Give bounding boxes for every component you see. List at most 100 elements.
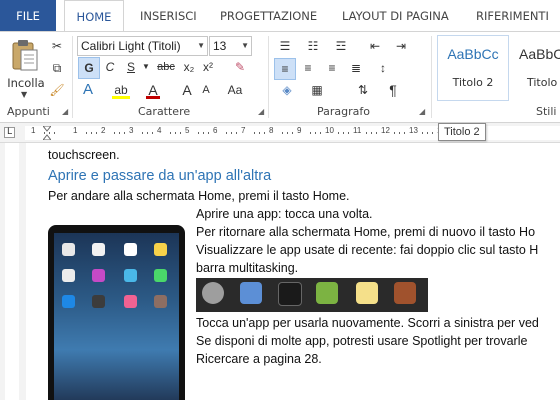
cut-icon[interactable]: ✂ (48, 36, 66, 56)
style-heading-2[interactable]: AaBbCc Titolo 2 (437, 35, 509, 101)
text-effects-button[interactable]: A (78, 80, 98, 100)
multitasking-bar-image[interactable] (196, 278, 428, 312)
ruler-tick (422, 132, 423, 134)
ruler-tick (320, 132, 321, 134)
ruler-tick (236, 132, 237, 134)
vertical-ruler[interactable] (5, 143, 19, 400)
bold-button[interactable]: G (78, 57, 100, 79)
numbering-icon[interactable]: ☷ (302, 36, 324, 56)
ruler-number: 4 (157, 126, 162, 135)
tab-file[interactable]: FILE (0, 0, 56, 31)
font-launcher-icon[interactable]: ◢ (258, 108, 266, 116)
style-name: Titolo 2 (452, 76, 494, 89)
doc-text-line[interactable]: Tocca un'app per usarla nuovamente. Scor… (196, 316, 539, 330)
ruler-tick (96, 132, 97, 134)
highlight-button[interactable]: ab (110, 80, 132, 100)
copy-icon[interactable]: ⧉ (48, 58, 66, 78)
ruler-tick (86, 132, 87, 134)
font-name-combo[interactable]: Calibri Light (Titoli) ▼ (77, 36, 208, 56)
increase-indent-icon[interactable]: ⇥ (390, 36, 412, 56)
ipad-screen (54, 233, 179, 400)
align-right-icon[interactable]: ≡ (322, 58, 342, 78)
multilevel-list-icon[interactable]: ☲ (330, 36, 352, 56)
doc-text-line[interactable]: Visualizzare le app usate di recente: fa… (196, 243, 538, 257)
app-icon (62, 269, 75, 282)
font-size-combo[interactable]: 13 ▼ (209, 36, 252, 56)
app-icon (92, 269, 105, 282)
tab-selector-icon[interactable]: L (4, 127, 15, 138)
paragraph-launcher-icon[interactable]: ◢ (419, 108, 427, 116)
align-center-icon[interactable]: ≡ (298, 58, 318, 78)
app-icon (154, 269, 167, 282)
ruler-tick (152, 132, 153, 134)
ruler-number: 13 (409, 126, 418, 135)
ruler-tick (366, 132, 367, 134)
group-divider (72, 36, 73, 118)
clipboard-launcher-icon[interactable]: ◢ (62, 108, 70, 116)
highlight-color-bar (112, 96, 130, 99)
tab-page-layout[interactable]: LAYOUT DI PAGINA (342, 0, 449, 31)
doc-text-line[interactable]: Per ritornare alla schermata Home, premi… (196, 225, 535, 239)
font-color-button[interactable]: A (143, 80, 163, 100)
tab-design[interactable]: PROGETTAZIONE (220, 0, 317, 31)
ruler-tick (44, 132, 45, 134)
doc-text-line[interactable]: Aprire una app: tocca una volta. (196, 207, 373, 221)
doc-text-line[interactable]: Ricercare a pagina 28. (196, 352, 322, 366)
bullets-icon[interactable]: ☰ (274, 36, 296, 56)
shrink-font-button[interactable]: A (198, 80, 214, 100)
doc-text-line[interactable]: touchscreen. (48, 148, 120, 162)
italic-button[interactable]: C (101, 57, 119, 77)
underline-button[interactable]: S (122, 57, 140, 77)
ruler-tick (198, 132, 199, 134)
align-left-icon[interactable]: ≡ (274, 58, 296, 80)
ruler-tick (376, 132, 377, 134)
superscript-button[interactable]: x² (199, 57, 217, 77)
decrease-indent-icon[interactable]: ⇤ (364, 36, 386, 56)
doc-text-line[interactable]: Per andare alla schermata Home, premi il… (48, 189, 350, 203)
ruler-tick (348, 132, 349, 134)
doc-text-line[interactable]: barra multitasking. (196, 261, 298, 275)
app-icon (124, 269, 137, 282)
grow-font-button[interactable]: A (178, 80, 196, 100)
font-group-label: Carattere (138, 105, 191, 118)
ruler-number: 6 (213, 126, 218, 135)
tab-home[interactable]: HOME (64, 0, 124, 31)
highlighter-icon: ab (114, 83, 128, 97)
ipad-home-screen-image[interactable] (48, 225, 185, 400)
tab-insert[interactable]: INSERISCI (140, 0, 197, 31)
shading-icon[interactable]: ◈ (276, 80, 298, 100)
ruler-number: 5 (185, 126, 190, 135)
ruler-number: 10 (325, 126, 334, 135)
show-formatting-icon[interactable]: ¶ (382, 80, 404, 100)
ruler-tick (287, 132, 288, 134)
style-title[interactable]: AaBbC Titolo (512, 35, 560, 101)
paste-button[interactable]: Incolla ▼ (4, 36, 45, 100)
ribbon-tab-bar: FILE HOME INSERISCI PROGETTAZIONE LAYOUT… (0, 0, 560, 31)
ruler-tick (432, 132, 433, 134)
app-icon (92, 243, 105, 256)
app-icon (356, 282, 378, 304)
justify-icon[interactable]: ≣ (346, 58, 366, 78)
doc-heading[interactable]: Aprire e passare da un'app all'altra (48, 168, 271, 184)
borders-icon[interactable]: ▦ (306, 80, 328, 100)
change-case-button[interactable]: Aa (224, 80, 246, 100)
line-spacing-icon[interactable]: ↕ (372, 58, 394, 78)
ruler-tick (231, 132, 232, 134)
sort-icon[interactable]: ⇅ (352, 80, 374, 100)
ruler-number: 1 (31, 126, 36, 135)
tab-references[interactable]: RIFERIMENTI (476, 0, 549, 31)
ruler-tick (399, 132, 400, 134)
chevron-down-icon: ▼ (197, 41, 205, 50)
ruler-tick (254, 132, 255, 134)
doc-text-line[interactable]: Se disponi di molte app, potresti usare … (196, 334, 527, 348)
styles-group-label: Stili (536, 105, 557, 118)
ruler-number: 8 (269, 126, 274, 135)
ruler-number: 12 (381, 126, 390, 135)
ruler-tick (282, 132, 283, 134)
strikethrough-button[interactable]: abc (154, 57, 178, 77)
format-painter-icon[interactable]: 🖌 (48, 80, 66, 100)
subscript-button[interactable]: x₂ (180, 57, 198, 77)
chevron-down-icon[interactable]: ▼ (141, 57, 151, 77)
clear-formatting-icon[interactable]: ✎ (229, 57, 251, 77)
ruler-tick (404, 132, 405, 134)
